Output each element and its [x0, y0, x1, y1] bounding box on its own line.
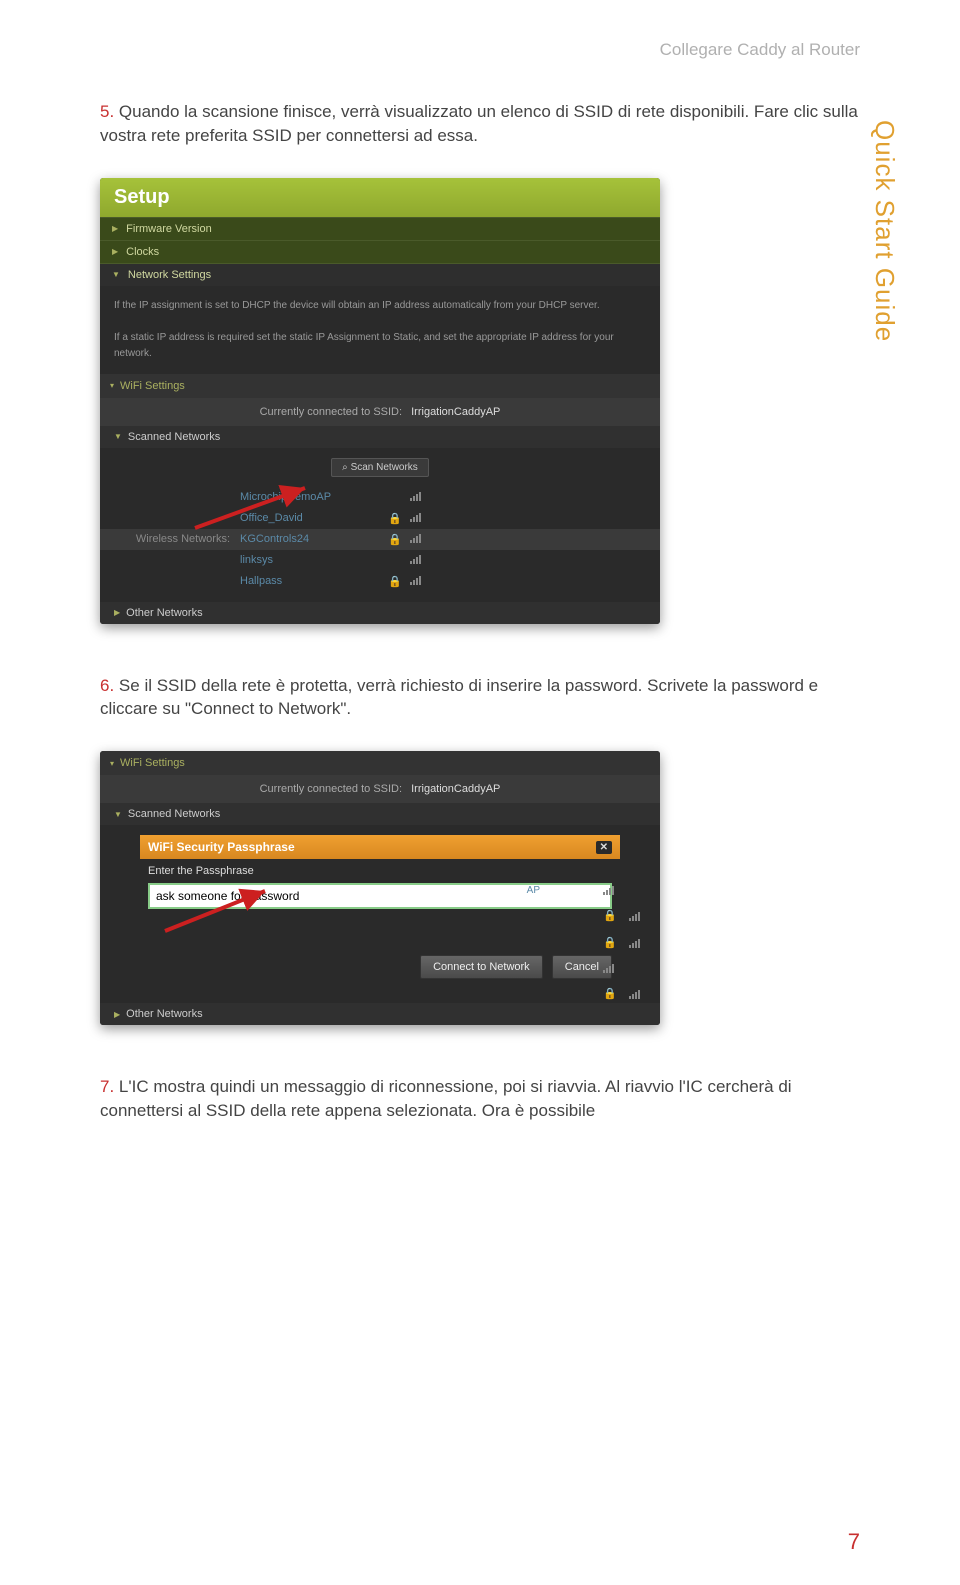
- network-settings-label: Network Settings: [128, 269, 211, 281]
- signal-icon: [629, 938, 640, 948]
- chevron-right-icon: ▶: [112, 247, 118, 256]
- signal-icon: [410, 533, 421, 543]
- signal-icon: [410, 575, 421, 585]
- chevron-down-icon: ▼: [114, 810, 122, 819]
- info-text-1: If the IP assignment is set to DHCP the …: [114, 298, 646, 314]
- clocks-row[interactable]: ▶ Clocks: [100, 240, 660, 263]
- side-guide-label: Quick Start Guide: [869, 120, 900, 342]
- signal-icon: [410, 491, 421, 501]
- chevron-right-icon: ▶: [112, 224, 118, 233]
- lock-icon: 🔒: [603, 936, 617, 949]
- signal-icon: [410, 512, 421, 522]
- other-networks-row[interactable]: ▶ Other Networks: [100, 602, 660, 624]
- firmware-version-row[interactable]: ▶ Firmware Version: [100, 217, 660, 240]
- chevron-down-icon: ▾: [110, 759, 114, 768]
- wifi-settings-row[interactable]: ▾ WiFi Settings: [100, 751, 660, 775]
- step-6-text: Se il SSID della rete è protetta, verrà …: [100, 676, 818, 719]
- step-7: 7. L'IC mostra quindi un messaggio di ri…: [100, 1075, 860, 1123]
- ssid-value: IrrigationCaddyAP: [411, 406, 500, 418]
- other-networks-row[interactable]: ▶ Other Networks: [100, 1003, 660, 1025]
- step-5: 5. Quando la scansione finisce, verrà vi…: [100, 100, 860, 148]
- network-row-selected[interactable]: Wireless Networks: KGControls24 🔒: [100, 529, 660, 550]
- red-arrow-annotation: [160, 886, 280, 936]
- chevron-down-icon: ▼: [114, 432, 122, 441]
- lock-icon: 🔒: [380, 512, 410, 525]
- step-7-number: 7.: [100, 1077, 114, 1096]
- scan-networks-button[interactable]: ⌕ Scan Networks: [331, 458, 429, 477]
- scanned-networks-row[interactable]: ▼ Scanned Networks: [100, 426, 660, 448]
- lock-icon: 🔒: [603, 987, 617, 1000]
- scanned-networks-row[interactable]: ▼ Scanned Networks: [100, 803, 660, 825]
- signal-icon: [603, 885, 640, 895]
- lock-icon: 🔒: [380, 533, 410, 546]
- chevron-right-icon: ▶: [114, 608, 120, 617]
- network-row[interactable]: MicrochipDemoAP: [100, 487, 660, 508]
- current-ssid-row: Currently connected to SSID: IrrigationC…: [100, 398, 660, 426]
- signal-column: 🔒 🔒 🔒: [603, 885, 640, 1000]
- network-settings-row[interactable]: ▼ Network Settings: [100, 263, 660, 286]
- red-arrow-annotation: [190, 483, 320, 533]
- ssid-label: Currently connected to SSID:: [260, 406, 402, 418]
- chevron-down-icon: ▾: [110, 381, 114, 390]
- network-ssid[interactable]: Hallpass: [240, 575, 380, 587]
- chevron-down-icon: ▼: [112, 270, 120, 279]
- signal-icon: [629, 911, 640, 921]
- step-6-number: 6.: [100, 676, 114, 695]
- page-number: 7: [848, 1529, 860, 1555]
- wifi-settings-row[interactable]: ▾ WiFi Settings: [100, 374, 660, 398]
- lock-icon: 🔒: [603, 909, 617, 922]
- step-5-text: Quando la scansione finisce, verrà visua…: [100, 102, 858, 145]
- wireless-networks-label: Wireless Networks:: [100, 533, 240, 545]
- step-6: 6. Se il SSID della rete è protetta, ver…: [100, 674, 860, 722]
- network-info: If the IP assignment is set to DHCP the …: [100, 286, 660, 374]
- search-icon: ⌕: [342, 462, 348, 473]
- scan-btn-label: Scan Networks: [351, 462, 418, 473]
- signal-icon: [410, 554, 421, 564]
- current-ssid-row: Currently connected to SSID: IrrigationC…: [100, 775, 660, 803]
- network-row[interactable]: Hallpass 🔒: [100, 571, 660, 592]
- scanned-networks-label: Scanned Networks: [128, 808, 220, 820]
- other-networks-label: Other Networks: [126, 1008, 202, 1020]
- wifi-settings-label: WiFi Settings: [120, 380, 185, 392]
- signal-icon: [603, 963, 640, 973]
- signal-icon: [629, 989, 640, 999]
- wireless-networks-list: MicrochipDemoAP Office_David 🔒 Wireless …: [100, 483, 660, 602]
- network-row[interactable]: Office_David 🔒: [100, 508, 660, 529]
- network-ssid[interactable]: linksys: [240, 554, 380, 566]
- network-row[interactable]: linksys: [100, 550, 660, 571]
- dialog-subtitle: Enter the Passphrase: [140, 859, 620, 883]
- step-5-number: 5.: [100, 102, 114, 121]
- lock-icon: 🔒: [380, 575, 410, 588]
- clocks-label: Clocks: [126, 246, 159, 258]
- network-ssid[interactable]: KGControls24: [240, 533, 380, 545]
- ap-label: AP: [527, 885, 540, 896]
- info-text-2: If a static IP address is required set t…: [114, 330, 646, 362]
- wifi-settings-label: WiFi Settings: [120, 757, 185, 769]
- other-networks-label: Other Networks: [126, 607, 202, 619]
- scanned-networks-label: Scanned Networks: [128, 431, 220, 443]
- chevron-right-icon: ▶: [114, 1010, 120, 1019]
- firmware-label: Firmware Version: [126, 223, 212, 235]
- setup-heading: Setup: [100, 178, 660, 217]
- ssid-value: IrrigationCaddyAP: [411, 783, 500, 795]
- ssid-label: Currently connected to SSID:: [260, 783, 402, 795]
- close-button[interactable]: ✕: [596, 841, 612, 854]
- step-7-text: L'IC mostra quindi un messaggio di ricon…: [100, 1077, 792, 1120]
- connect-to-network-button[interactable]: Connect to Network: [420, 955, 543, 979]
- page-header: Collegare Caddy al Router: [100, 40, 860, 60]
- screenshot-setup: Setup ▶ Firmware Version ▶ Clocks ▼ Netw…: [100, 178, 660, 624]
- dialog-title: WiFi Security Passphrase: [148, 840, 295, 854]
